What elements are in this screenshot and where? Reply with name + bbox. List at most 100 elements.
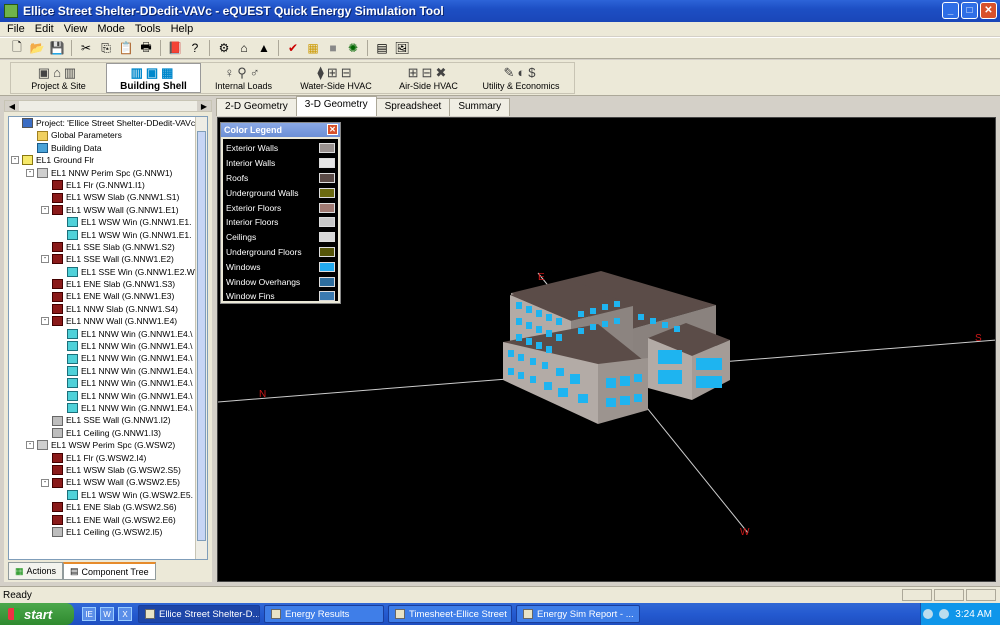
save-icon[interactable]: 💾 — [48, 39, 66, 57]
taskbar-item-equest[interactable]: Ellice Street Shelter-D... — [138, 605, 260, 623]
tree-item[interactable]: EL1 WSW Slab (G.WSW2.S5) — [9, 464, 207, 476]
legend-swatch[interactable] — [319, 172, 335, 183]
legend-swatch[interactable] — [319, 143, 335, 154]
minimize-button[interactable]: _ — [942, 2, 959, 19]
tree-item[interactable]: - EL1 WSW Perim Spc (G.WSW2) — [9, 439, 207, 451]
tab-3d-geometry[interactable]: 3-D Geometry — [295, 96, 377, 116]
legend-swatch[interactable] — [319, 232, 335, 243]
tab-component-tree[interactable]: ▤ Component Tree — [63, 562, 156, 580]
word-icon[interactable]: W — [100, 607, 114, 621]
legend-swatch[interactable] — [319, 217, 335, 228]
legend-title-bar[interactable]: Color Legend ✕ — [221, 123, 340, 137]
tree-item[interactable]: EL1 NNW Win (G.NNW1.E4.\ — [9, 402, 207, 414]
tree-item[interactable]: EL1 WSW Win (G.NNW1.E1. — [9, 229, 207, 241]
tree-item[interactable]: EL1 WSW Win (G.WSW2.E5. — [9, 489, 207, 501]
legend-swatch[interactable] — [319, 187, 335, 198]
taskbar-item-energy-results[interactable]: Energy Results — [264, 605, 384, 623]
tree-item[interactable]: EL1 ENE Slab (G.NNW1.S3) — [9, 278, 207, 290]
grid-icon[interactable]: ▦ — [304, 39, 322, 57]
tree-item[interactable]: EL1 NNW Win (G.NNW1.E4.\ — [9, 352, 207, 364]
menu-tools[interactable]: Tools — [130, 23, 166, 35]
print-icon[interactable]: 🖶 — [137, 39, 155, 57]
tree-item[interactable]: - EL1 SSE Wall (G.NNW1.E2) — [9, 253, 207, 265]
help-book-icon[interactable]: 📕 — [166, 39, 184, 57]
close-button[interactable]: ✕ — [980, 2, 997, 19]
tree-item[interactable]: EL1 NNW Win (G.NNW1.E4.\ — [9, 365, 207, 377]
sheet-icon[interactable]: ▤ — [373, 39, 391, 57]
legend-swatch[interactable] — [319, 158, 335, 169]
check-icon[interactable]: ✔ — [284, 39, 302, 57]
tree-item[interactable]: EL1 NNW Win (G.NNW1.E4.\ — [9, 377, 207, 389]
module-project-site[interactable]: ▣⌂▥ Project & Site — [11, 63, 106, 93]
tab-spreadsheet[interactable]: Spreadsheet — [375, 98, 451, 116]
tab-summary[interactable]: Summary — [449, 98, 511, 116]
wizard-icon[interactable]: ⚙ — [215, 39, 233, 57]
open-icon[interactable]: 📂 — [28, 39, 46, 57]
menu-edit[interactable]: Edit — [30, 23, 59, 35]
scroll-thumb[interactable] — [197, 131, 206, 541]
tree-expander-icon[interactable]: - — [11, 156, 19, 165]
tray-icon[interactable] — [939, 609, 950, 619]
tree-item[interactable]: - EL1 Ground Flr — [9, 154, 207, 166]
taskbar-item-energy-sim-report[interactable]: Energy Sim Report - ... — [516, 605, 640, 623]
tree-item[interactable]: EL1 Flr (G.WSW2.I4) — [9, 452, 207, 464]
menu-view[interactable]: View — [59, 23, 93, 35]
tree-item[interactable]: - EL1 NNW Wall (G.NNW1.E4) — [9, 315, 207, 327]
box-icon[interactable]: ■ — [324, 39, 342, 57]
tree-item[interactable]: EL1 WSW Win (G.NNW1.E1. — [9, 216, 207, 228]
module-internal-loads[interactable]: ♀⚲♂ Internal Loads — [201, 63, 286, 93]
legend-swatch[interactable] — [319, 202, 335, 213]
tree-item[interactable]: - EL1 WSW Wall (G.NNW1.E1) — [9, 204, 207, 216]
excel-icon[interactable]: X — [118, 607, 132, 621]
taskbar-item-timesheet[interactable]: Timesheet-Ellice Street — [388, 605, 512, 623]
tree-expander-icon[interactable]: - — [41, 205, 49, 214]
building-icon[interactable]: ⌂ — [235, 39, 253, 57]
tray-icon[interactable] — [923, 609, 934, 619]
tree-item[interactable]: EL1 ENE Wall (G.WSW2.E6) — [9, 514, 207, 526]
start-button[interactable]: start — [0, 603, 74, 625]
tree-item[interactable]: EL1 NNW Win (G.NNW1.E4.\ — [9, 390, 207, 402]
tree-item[interactable]: EL1 ENE Slab (G.WSW2.S6) — [9, 501, 207, 513]
maximize-button[interactable]: □ — [961, 2, 978, 19]
tree-expander-icon[interactable]: - — [41, 478, 49, 487]
tree-item[interactable]: EL1 NNW Slab (G.NNW1.S4) — [9, 303, 207, 315]
tab-2d-geometry[interactable]: 2-D Geometry — [216, 98, 297, 116]
run-icon[interactable]: ▲ — [255, 39, 273, 57]
tree-item[interactable]: EL1 Ceiling (G.WSW2.I5) — [9, 526, 207, 538]
color-legend[interactable]: Color Legend ✕ Exterior Walls Interior Wa… — [220, 122, 341, 304]
tree-item[interactable]: EL1 SSE Slab (G.NNW1.S2) — [9, 241, 207, 253]
tree-expander-icon[interactable]: - — [41, 255, 49, 264]
tree-item[interactable]: EL1 NNW Win (G.NNW1.E4.\ — [9, 340, 207, 352]
top-scrollbar[interactable]: ◀ ▶ — [4, 100, 212, 112]
tree-item[interactable]: EL1 Ceiling (G.NNW1.I3) — [9, 427, 207, 439]
3d-geometry-view[interactable]: E N S W Color Legend ✕ Exterior Walls Int… — [217, 117, 996, 582]
module-air-side-hvac[interactable]: ⊞⊟✖ Air-Side HVAC — [386, 63, 471, 93]
module-building-shell[interactable]: ▥▣▦ Building Shell — [106, 63, 201, 93]
tree-item[interactable]: Building Data — [9, 142, 207, 154]
scroll-left-icon[interactable]: ◀ — [5, 101, 19, 111]
legend-swatch[interactable] — [319, 261, 335, 272]
tree-item[interactable]: Project: 'Ellice Street Shelter-DDedit-V… — [9, 117, 207, 129]
paste-icon[interactable]: 📋 — [117, 39, 135, 57]
tree-item[interactable]: - EL1 NNW Perim Spc (G.NNW1) — [9, 167, 207, 179]
gear-icon[interactable]: ✺ — [344, 39, 362, 57]
tree-item[interactable]: EL1 ENE Wall (G.NNW1.E3) — [9, 290, 207, 302]
tree-item[interactable]: EL1 SSE Wall (G.NNW1.I2) — [9, 414, 207, 426]
tree-expander-icon[interactable]: - — [41, 317, 49, 326]
help-icon[interactable]: ? — [186, 39, 204, 57]
tab-actions[interactable]: ▦ Actions — [8, 562, 64, 580]
menu-help[interactable]: Help — [166, 23, 199, 35]
scroll-right-icon[interactable]: ▶ — [197, 101, 211, 111]
legend-swatch[interactable] — [319, 291, 335, 302]
module-water-side-hvac[interactable]: ⧫⊞⊟ Water-Side HVAC — [286, 63, 386, 93]
internet-explorer-icon[interactable]: IE — [82, 607, 96, 621]
new-icon[interactable]: 🗋 — [8, 39, 26, 57]
tree-item[interactable]: EL1 Flr (G.NNW1.I1) — [9, 179, 207, 191]
menu-mode[interactable]: Mode — [92, 23, 130, 35]
menu-file[interactable]: File — [2, 23, 30, 35]
tree-item[interactable]: Global Parameters — [9, 129, 207, 141]
module-utility-economics[interactable]: ✎◐$ Utility & Economics — [471, 63, 571, 93]
tree-item[interactable]: - EL1 WSW Wall (G.WSW2.E5) — [9, 476, 207, 488]
tree-expander-icon[interactable]: - — [26, 168, 34, 177]
legend-close-button[interactable]: ✕ — [327, 124, 338, 135]
